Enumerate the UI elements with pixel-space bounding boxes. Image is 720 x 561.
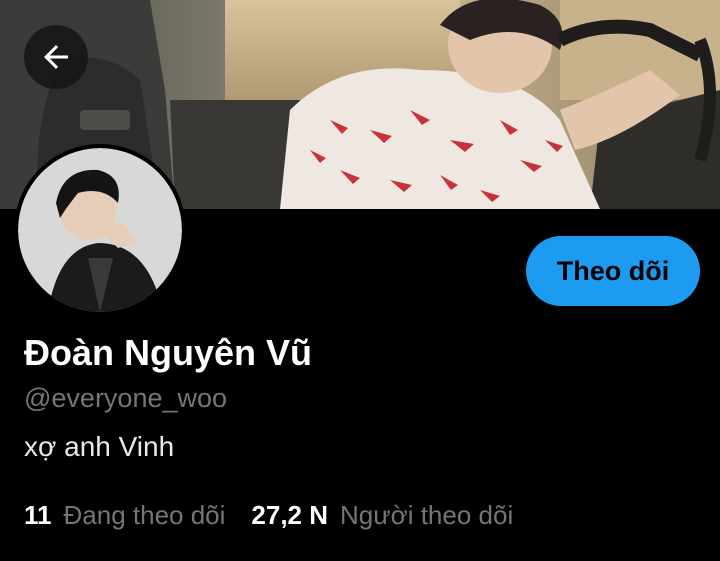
avatar[interactable] xyxy=(18,148,182,312)
profile-stats: 11 Đang theo dõi 27,2 N Người theo dõi xyxy=(24,500,513,531)
username-handle: @everyone_woo xyxy=(24,383,228,413)
followers-count: 27,2 N xyxy=(251,500,329,530)
profile-bio: xợ anh Vinh xyxy=(24,431,175,462)
followers-link[interactable]: 27,2 N Người theo dõi xyxy=(251,500,513,531)
following-link[interactable]: 11 Đang theo dõi xyxy=(24,500,225,531)
following-count: 11 xyxy=(24,500,52,530)
avatar-image xyxy=(18,148,182,312)
back-button[interactable] xyxy=(24,25,88,89)
display-name: Đoàn Nguyên Vũ xyxy=(24,332,313,373)
followers-label: Người theo dõi xyxy=(340,500,514,530)
arrow-left-icon xyxy=(38,39,74,75)
follow-button[interactable]: Theo dõi xyxy=(526,236,700,306)
following-label: Đang theo dõi xyxy=(63,500,226,530)
